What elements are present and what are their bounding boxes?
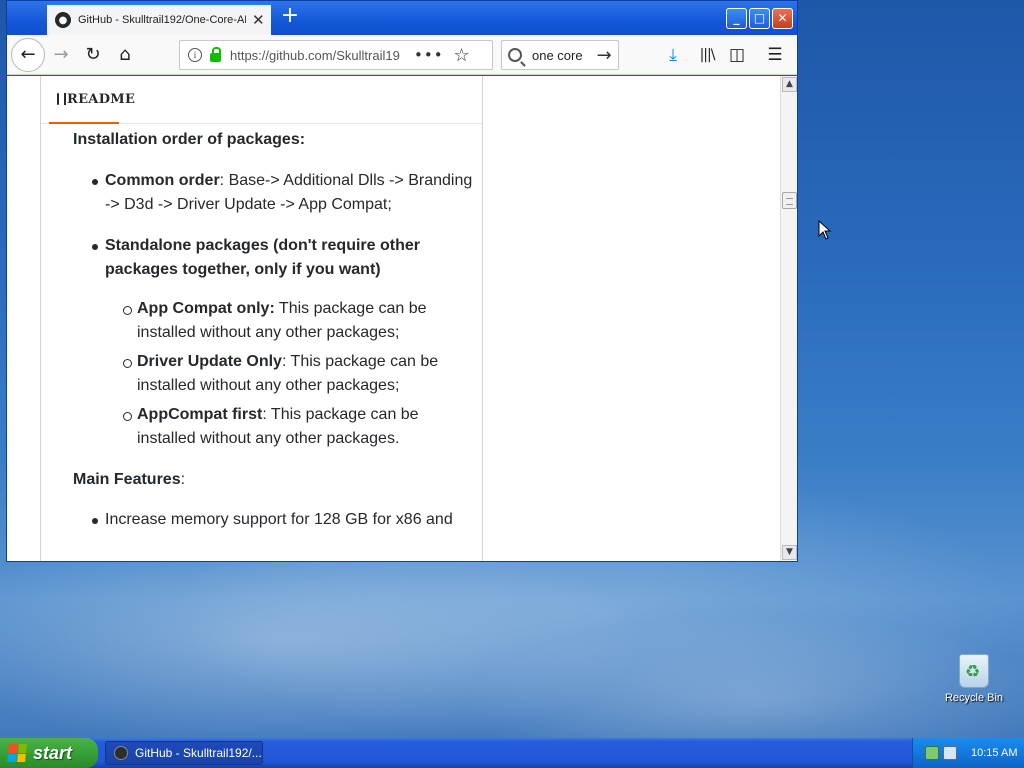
start-button[interactable]: start <box>0 738 98 768</box>
back-icon: ← <box>20 44 36 65</box>
new-tab-button[interactable]: + <box>277 4 303 30</box>
window-controls: _ □ ✕ <box>726 8 793 29</box>
scroll-up-button[interactable]: ▲ <box>782 77 797 92</box>
navigation-toolbar: ← → ↻ ⌂ i https://github.com/Skulltrail1… <box>7 35 797 75</box>
info-icon[interactable]: i <box>188 48 202 62</box>
forward-icon: → <box>53 44 69 65</box>
install-order-list: Common order: Base-> Additional Dlls -> … <box>73 169 473 452</box>
readme-label: README <box>67 91 136 107</box>
lock-icon <box>210 46 221 62</box>
github-icon: ● <box>55 12 71 28</box>
taskbar-button-label: GitHub - Skulltrail192/... <box>135 746 262 760</box>
menu-icon[interactable]: ☰ <box>763 43 787 67</box>
scroll-down-button[interactable]: ▼ <box>782 545 797 560</box>
list-item: Common order: Base-> Additional Dlls -> … <box>73 169 473 218</box>
taskbar-firefox-button[interactable]: GitHub - Skulltrail192/... <box>105 741 263 765</box>
search-icon <box>508 48 522 62</box>
url-text[interactable]: https://github.com/Skulltrail192/One-Cor… <box>230 48 400 63</box>
standalone-list: App Compat only: This package can be ins… <box>105 297 473 452</box>
start-label: start <box>33 742 73 763</box>
readme-body: Installation order of packages: Common o… <box>73 126 473 549</box>
features-heading: Main Features: <box>73 470 186 488</box>
list-item: App Compat only: This package can be ins… <box>105 297 473 346</box>
browser-tab[interactable]: ● GitHub - Skulltrail192/One-Core-API ✕ <box>47 3 271 35</box>
maximize-button[interactable]: □ <box>749 8 770 29</box>
network-icon[interactable] <box>925 746 939 760</box>
browser-window: ● GitHub - Skulltrail192/One-Core-API ✕ … <box>6 0 798 562</box>
sidebar-icon[interactable]: ◫ <box>725 43 749 67</box>
volume-icon[interactable] <box>943 746 957 760</box>
recycle-bin-icon <box>959 654 989 688</box>
recycle-bin-label: Recycle Bin <box>944 692 1004 704</box>
list-item: Standalone packages (don't require other… <box>73 234 473 452</box>
scroll-thumb[interactable] <box>782 192 797 209</box>
recycle-bin-shortcut[interactable]: Recycle Bin <box>938 654 1010 704</box>
tab-strip: ● GitHub - Skulltrail192/One-Core-API ✕ … <box>7 1 797 35</box>
system-tray: 10:15 AM <box>912 738 1024 768</box>
arrow-right-icon[interactable]: → <box>597 45 612 66</box>
forward-button[interactable]: → <box>47 41 75 69</box>
taskbar: start GitHub - Skulltrail192/... 10:15 A… <box>0 738 1024 768</box>
page-content: README Installation order of packages: C… <box>7 76 797 561</box>
readme-panel: README Installation order of packages: C… <box>40 76 483 561</box>
tab-title: GitHub - Skulltrail192/One-Core-API <box>78 14 246 26</box>
features-list: Increase memory support for 128 GB for x… <box>73 508 473 533</box>
vertical-scrollbar[interactable]: ▲ ▼ <box>780 76 797 561</box>
readme-header: README <box>41 76 482 124</box>
reload-icon: ↻ <box>85 44 101 65</box>
download-icon[interactable]: ⤓ <box>661 43 685 67</box>
back-button[interactable]: ← <box>11 38 45 72</box>
list-item: AppCompat first: This package can be ins… <box>105 403 473 452</box>
clock[interactable]: 10:15 AM <box>971 747 1017 759</box>
windows-logo-icon <box>7 744 27 762</box>
search-bar[interactable]: one core → <box>501 40 619 70</box>
more-icon[interactable]: ••• <box>414 46 444 64</box>
close-icon[interactable]: ✕ <box>252 12 265 28</box>
plus-icon: + <box>280 3 300 28</box>
home-button[interactable]: ⌂ <box>111 41 139 69</box>
book-icon <box>57 93 66 105</box>
url-bar[interactable]: i https://github.com/Skulltrail192/One-C… <box>179 40 493 70</box>
firefox-icon <box>114 746 128 760</box>
list-item: Increase memory support for 128 GB for x… <box>73 508 473 533</box>
close-window-button[interactable]: ✕ <box>772 8 793 29</box>
list-item: Driver Update Only: This package can be … <box>105 350 473 399</box>
mouse-cursor-icon <box>818 220 832 240</box>
library-icon[interactable]: |||\ <box>695 43 719 67</box>
minimize-button[interactable]: _ <box>726 8 747 29</box>
readme-tab[interactable]: README <box>49 76 135 124</box>
star-icon[interactable]: ☆ <box>454 45 470 66</box>
installation-heading: Installation order of packages: <box>73 131 306 148</box>
home-icon: ⌂ <box>119 44 131 65</box>
search-input[interactable]: one core <box>532 48 583 63</box>
reload-button[interactable]: ↻ <box>79 41 107 69</box>
